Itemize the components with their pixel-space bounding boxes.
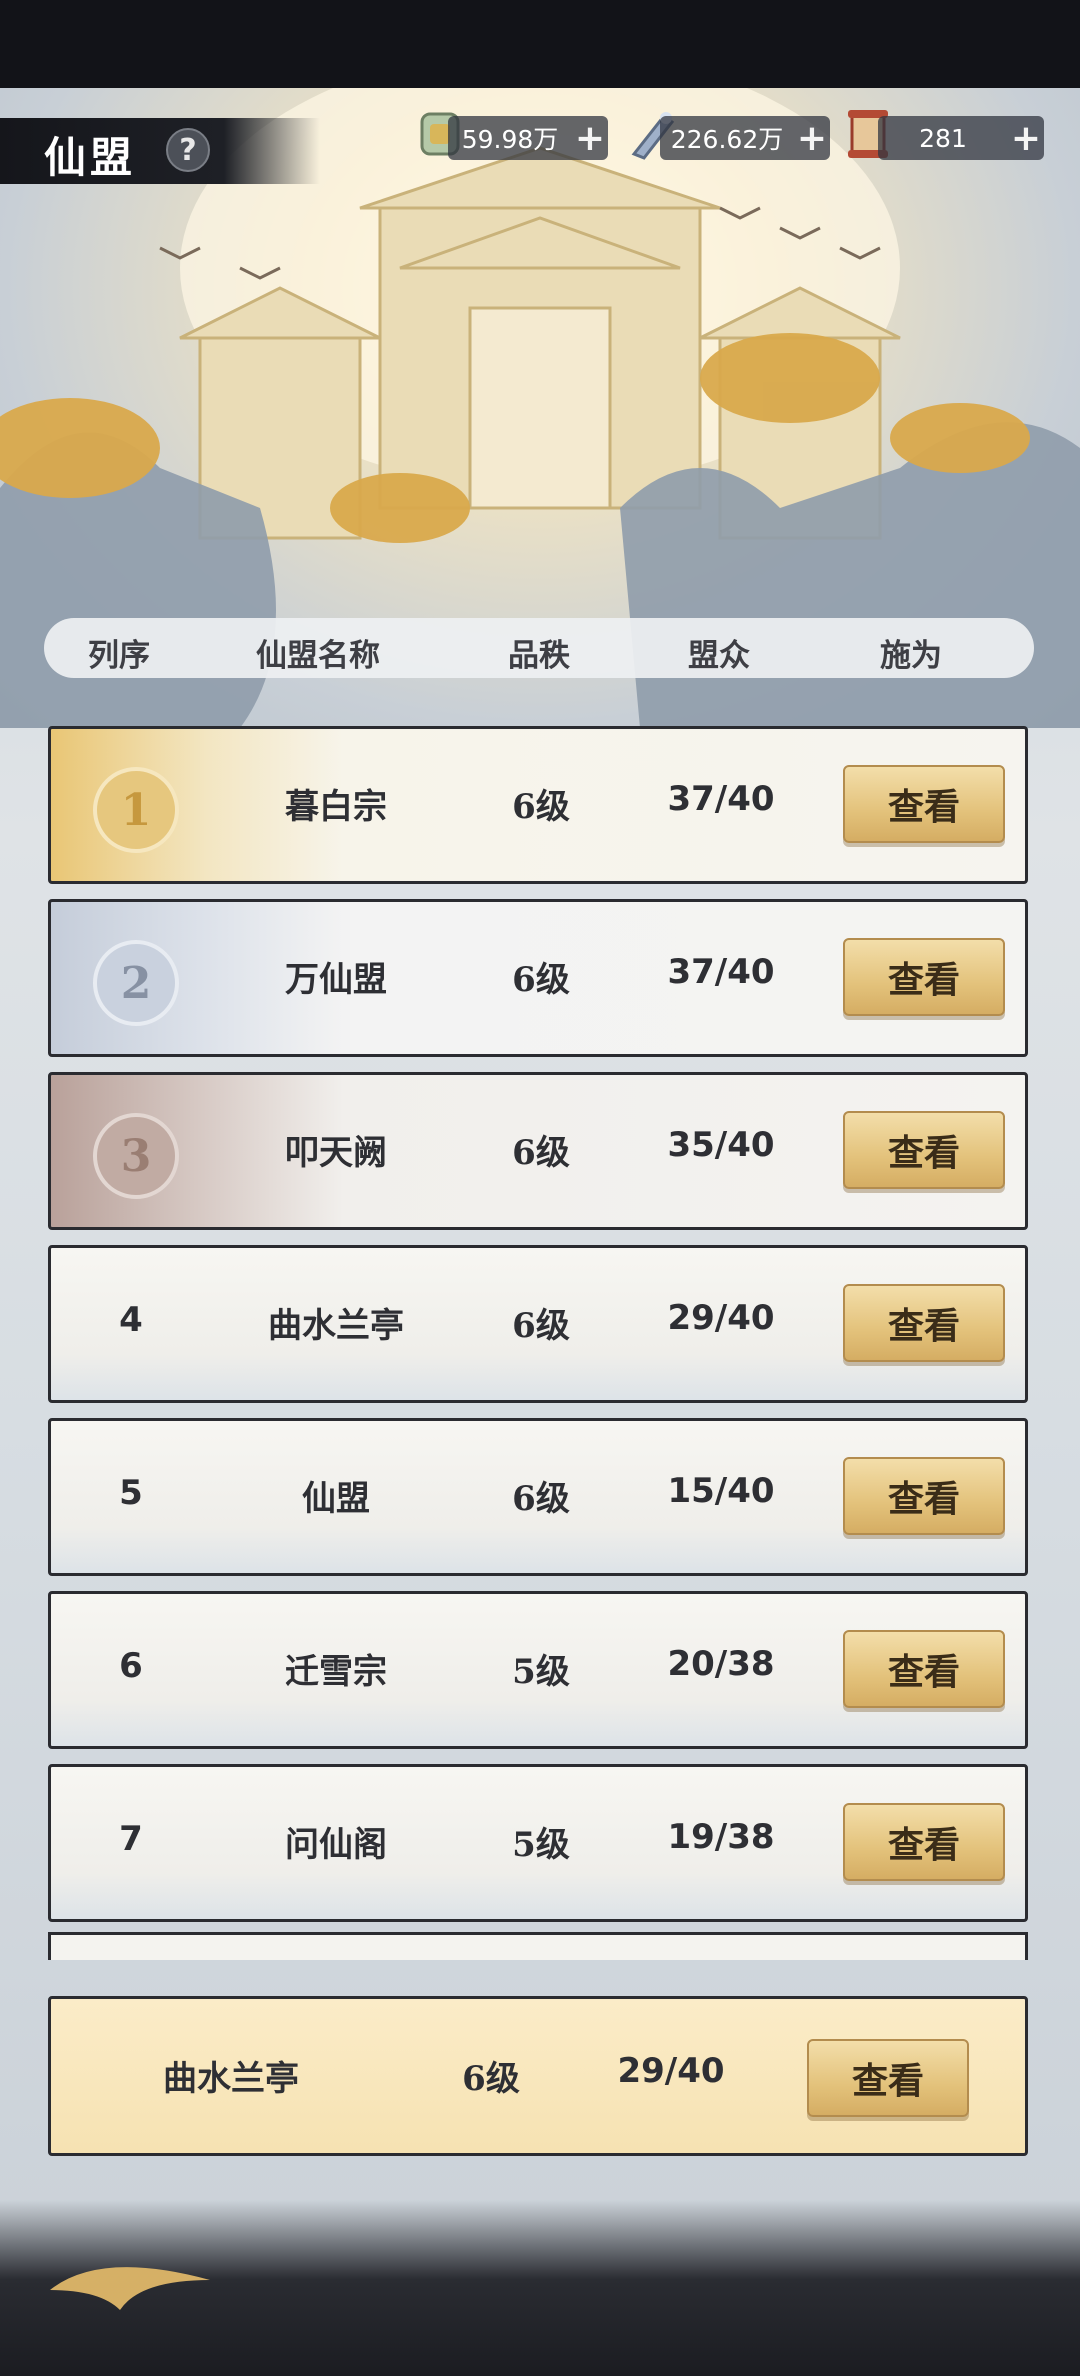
alliance-members: 35/40 — [667, 1125, 775, 1165]
view-button[interactable]: 查看 — [843, 765, 1005, 843]
view-button[interactable]: 查看 — [843, 1630, 1005, 1708]
resource-jade-value: 59.98万 — [461, 125, 559, 154]
add-gourd-button[interactable]: + — [794, 118, 830, 159]
alliance-name: 万仙盟 — [285, 960, 387, 1000]
view-button[interactable]: 查看 — [843, 938, 1005, 1016]
resource-scroll-value: 281 — [919, 123, 967, 153]
alliance-level: 6级 — [512, 1479, 570, 1519]
alliance-members: 15/40 — [667, 1471, 775, 1511]
table-row: 4 曲水兰亭 6级 29/40 查看 — [48, 1245, 1028, 1403]
my-alliance-view-button[interactable]: 查看 — [807, 2039, 969, 2117]
view-button[interactable]: 查看 — [843, 1111, 1005, 1189]
table-row: 7 问仙阁 5级 19/38 查看 — [48, 1764, 1028, 1922]
alliance-members: 37/40 — [667, 952, 775, 992]
alliance-name: 迁雪宗 — [285, 1652, 387, 1692]
alliance-level: 6级 — [512, 1133, 570, 1173]
rank-medal-gold: 1 — [93, 767, 179, 853]
alliance-level: 6级 — [512, 787, 570, 827]
alliance-level: 6级 — [512, 1306, 570, 1346]
table-row: 6 迁雪宗 5级 20/38 查看 — [48, 1591, 1028, 1749]
add-scroll-button[interactable]: + — [1008, 118, 1044, 159]
my-alliance-name: 曲水兰亭 — [163, 2059, 299, 2099]
header-members: 盟众 — [688, 638, 750, 674]
alliance-name: 仙盟 — [302, 1479, 370, 1519]
top-status-bar — [0, 0, 1080, 88]
alliance-name: 曲水兰亭 — [268, 1306, 404, 1346]
alliance-name: 问仙阁 — [285, 1825, 387, 1865]
page-title: 仙盟 — [44, 133, 137, 182]
rank-number: 7 — [119, 1819, 143, 1859]
table-row-partial — [48, 1932, 1028, 1960]
resource-jade: 59.98万 + — [448, 116, 608, 160]
back-button-ink-icon[interactable] — [40, 2250, 220, 2330]
table-row: 1 暮白宗 6级 37/40 查看 — [48, 726, 1028, 884]
alliance-level: 5级 — [512, 1825, 570, 1865]
header-level: 品秩 — [508, 638, 570, 674]
alliance-members: 29/40 — [667, 1298, 775, 1338]
alliance-members: 19/38 — [667, 1817, 775, 1857]
resource-gourd: 226.62万 + — [660, 116, 830, 160]
table-row: 3 叩天阙 6级 35/40 查看 — [48, 1072, 1028, 1230]
alliance-members: 37/40 — [667, 779, 775, 819]
alliance-level: 5级 — [512, 1652, 570, 1692]
rank-number: 6 — [119, 1646, 143, 1686]
alliance-members: 20/38 — [667, 1644, 775, 1684]
rank-number: 5 — [119, 1473, 143, 1513]
rank-medal-silver: 2 — [93, 940, 179, 1026]
alliance-level: 6级 — [512, 960, 570, 1000]
my-alliance-row: 曲水兰亭 6级 29/40 查看 — [48, 1996, 1028, 2156]
table-row: 2 万仙盟 6级 37/40 查看 — [48, 899, 1028, 1057]
header-name: 仙盟名称 — [256, 638, 380, 674]
rank-number: 4 — [119, 1300, 143, 1340]
resource-scroll: 281 + — [878, 116, 1044, 160]
table-row: 5 仙盟 6级 15/40 查看 — [48, 1418, 1028, 1576]
help-button[interactable]: ? — [166, 128, 210, 172]
rank-medal-bronze: 3 — [93, 1113, 179, 1199]
my-alliance-members: 29/40 — [617, 2051, 725, 2091]
header-rank: 列序 — [88, 638, 150, 674]
header-action: 施为 — [880, 638, 942, 674]
add-jade-button[interactable]: + — [572, 118, 608, 159]
alliance-name: 暮白宗 — [285, 787, 387, 827]
my-alliance-level: 6级 — [462, 2059, 520, 2099]
alliance-name: 叩天阙 — [285, 1133, 387, 1173]
view-button[interactable]: 查看 — [843, 1284, 1005, 1362]
view-button[interactable]: 查看 — [843, 1803, 1005, 1881]
view-button[interactable]: 查看 — [843, 1457, 1005, 1535]
resource-gourd-value: 226.62万 — [670, 125, 784, 154]
